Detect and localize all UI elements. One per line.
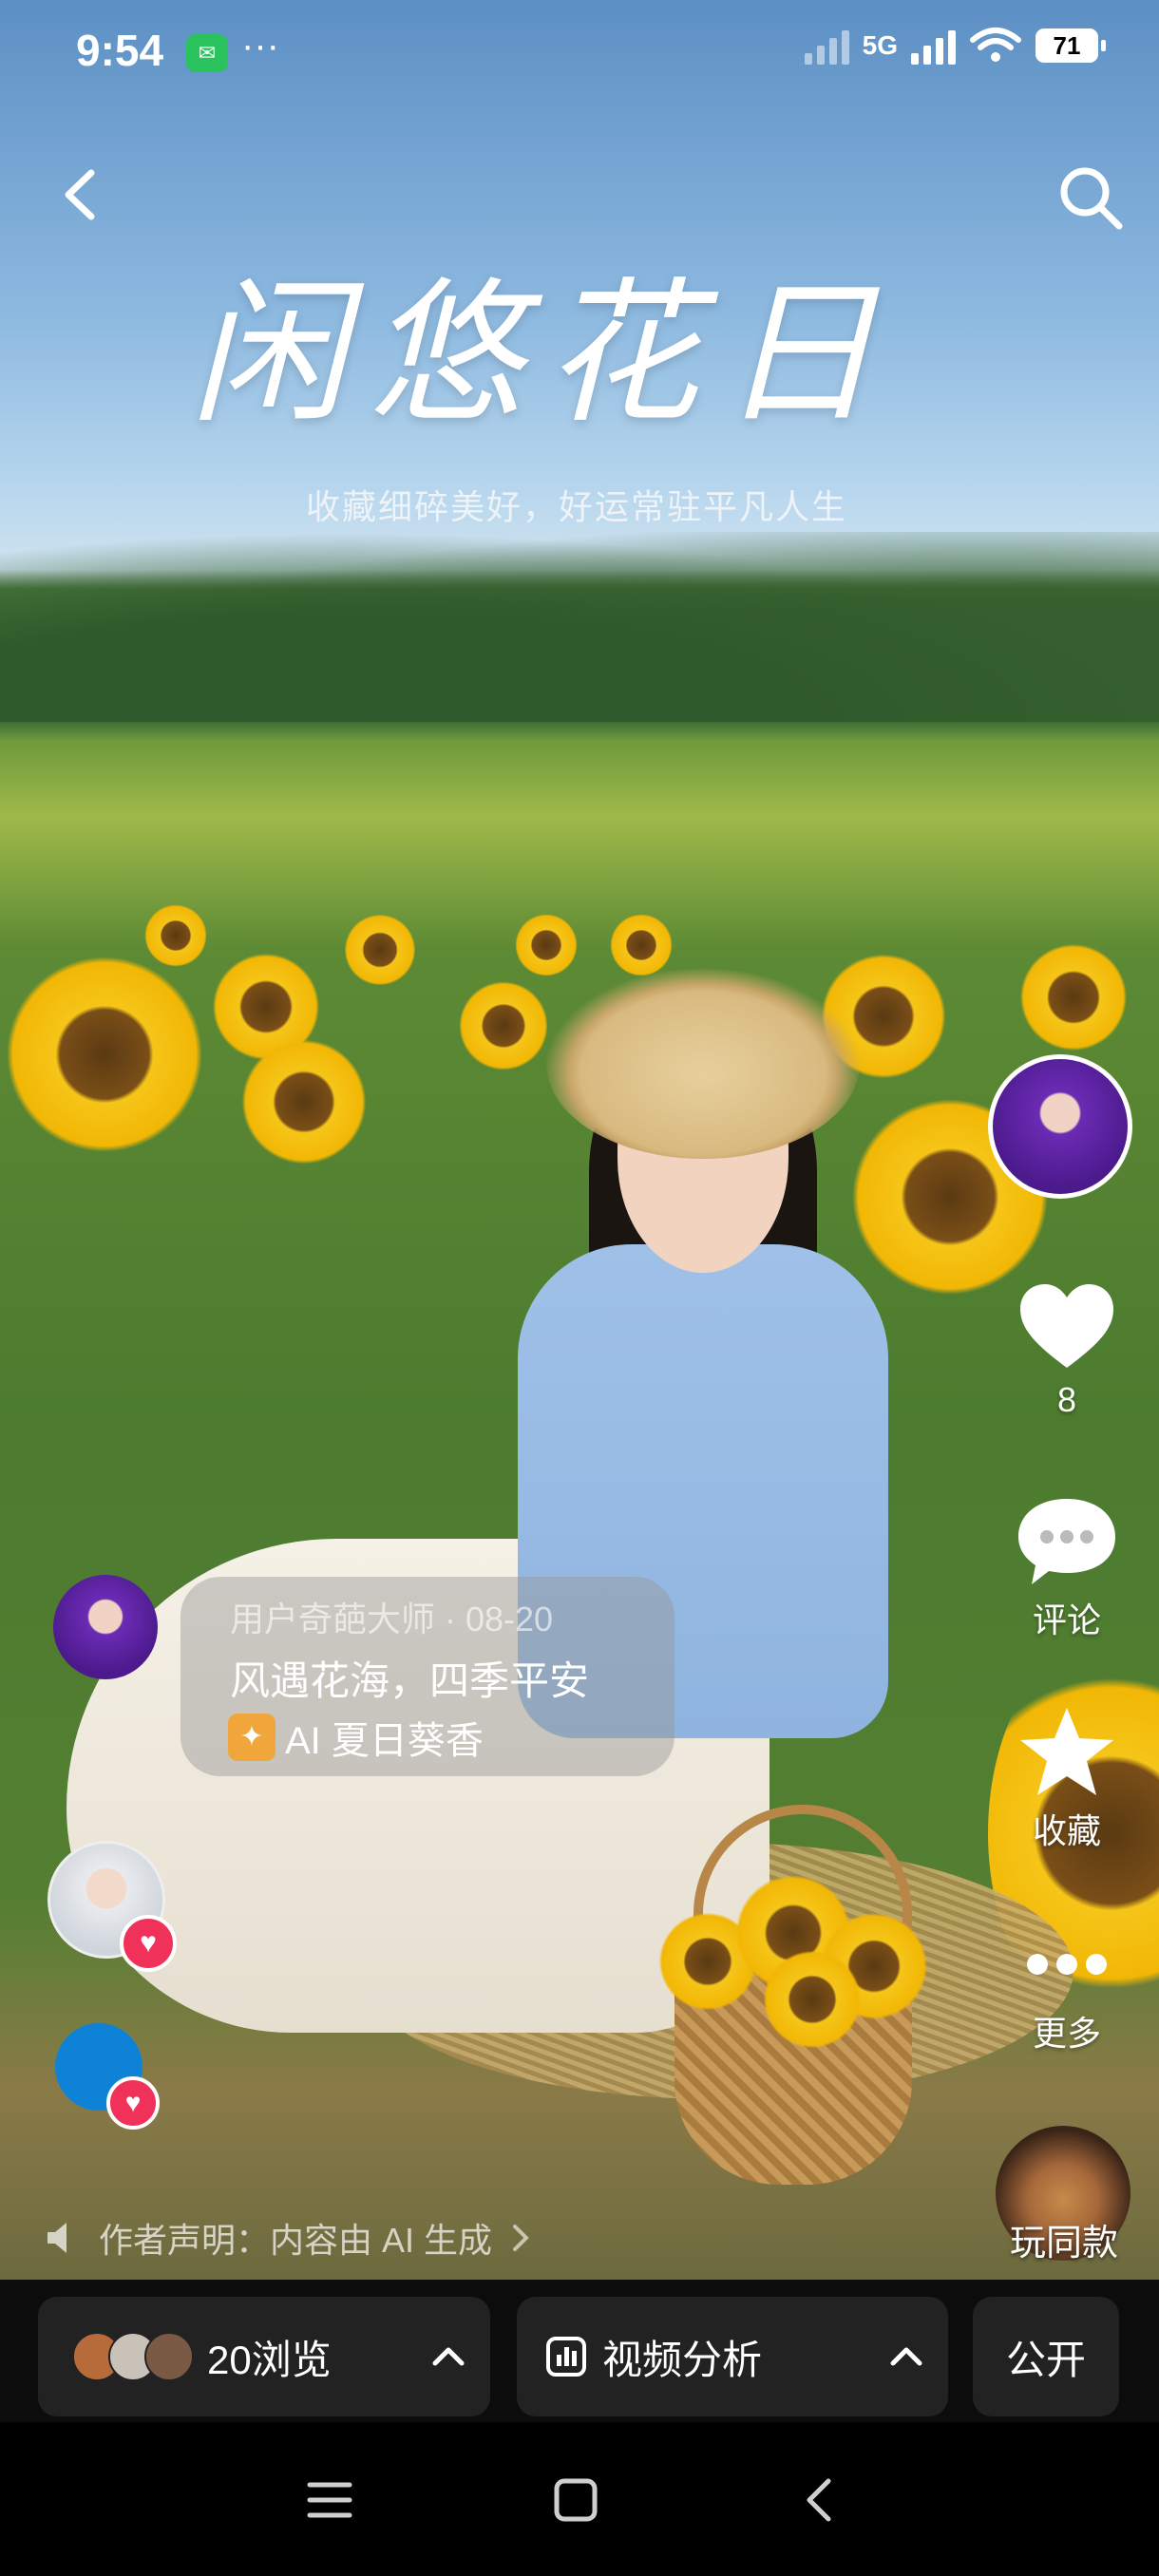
sparkle-icon: ✦: [228, 1714, 276, 1761]
like-count: 8: [1056, 1380, 1077, 1419]
sunflower: [342, 912, 418, 988]
comment-icon: [1018, 1499, 1115, 1584]
chevron-right-icon: [513, 2225, 529, 2251]
back-button[interactable]: [49, 161, 116, 228]
more-notifications: ···: [241, 25, 279, 66]
status-bar: 9:54 ✉ ··· 5G 71: [0, 0, 1159, 104]
author-avatar[interactable]: [988, 1054, 1132, 1199]
more-dots-icon: [1027, 1954, 1107, 1975]
effect-tag-label: AI 夏日葵香: [285, 1720, 484, 1762]
search-icon: [1060, 167, 1123, 230]
play-same-label[interactable]: 玩同款: [978, 2213, 1150, 2265]
favorite-button[interactable]: 收藏: [1005, 1704, 1129, 1853]
sunflower: [456, 978, 551, 1073]
background-hills: [0, 532, 1159, 722]
network-type: 5G: [862, 30, 898, 60]
sunflower: [238, 1035, 370, 1168]
ai-declaration[interactable]: 作者声明：内容由 AI 生成: [44, 2213, 532, 2263]
speaker-icon: [48, 2223, 66, 2253]
flower-basket: [656, 1805, 931, 2185]
caption-text: 风遇花海，四季平安: [230, 1658, 590, 1703]
views-count: 20浏览: [207, 2337, 332, 2382]
visibility-label: 公开: [1005, 2337, 1086, 2382]
heart-icon: [1020, 1284, 1113, 1368]
caption-author-avatar[interactable]: [53, 1575, 158, 1679]
sunflower: [1016, 940, 1130, 1054]
video-analysis-button[interactable]: 视频分析: [517, 2297, 948, 2416]
caption-meta: 用户奇葩大师 · 08-20: [230, 1600, 554, 1638]
search-button[interactable]: [1054, 161, 1123, 230]
visibility-button[interactable]: 公开: [973, 2297, 1119, 2416]
viewer-avatars: [72, 2332, 194, 2381]
chevron-up-icon: [432, 2347, 465, 2366]
system-indicators: 5G 71: [804, 27, 1106, 65]
sunflower: [513, 912, 580, 978]
comment-label: 评论: [1032, 1601, 1101, 1639]
signal-sim2-icon: [911, 27, 956, 65]
wechat-icon: ✉: [186, 34, 228, 72]
straw-hat: [546, 969, 860, 1159]
back-nav-icon[interactable]: [802, 2475, 836, 2525]
sunflower: [0, 950, 209, 1159]
views-button[interactable]: 20浏览: [38, 2297, 490, 2416]
poster-title: 闲悠花日: [190, 263, 898, 445]
home-icon[interactable]: [553, 2477, 598, 2523]
chevron-up-icon: [890, 2347, 922, 2366]
menu-icon[interactable]: [306, 2479, 353, 2521]
like-button[interactable]: 8: [1005, 1280, 1129, 1420]
ai-declaration-text: 作者声明：内容由 AI 生成: [99, 2221, 493, 2260]
clock: 9:54: [76, 26, 164, 75]
heart-badge-icon: ♥: [120, 1915, 177, 1972]
system-nav-bar: [0, 2422, 1159, 2576]
poster-subtitle: 收藏细碎美好，好运常驻平凡人生: [306, 487, 848, 526]
more-button[interactable]: 更多: [1005, 1938, 1129, 2055]
video-analysis-label: 视频分析: [602, 2337, 763, 2382]
comment-button[interactable]: 评论: [1005, 1493, 1129, 1642]
heart-badge-icon: ♥: [106, 2076, 160, 2130]
chevron-left-icon: [65, 169, 95, 220]
more-label: 更多: [1032, 2014, 1101, 2053]
sunflower: [142, 902, 209, 969]
effect-tag[interactable]: ✦ AI 夏日葵香: [228, 1710, 484, 1765]
favorite-label: 收藏: [1032, 1811, 1101, 1850]
signal-sim1-icon: [804, 27, 849, 65]
analytics-icon: [546, 2337, 586, 2377]
wifi-icon: [970, 28, 1021, 62]
battery-icon: 71: [1036, 28, 1106, 63]
star-icon: [1020, 1708, 1113, 1795]
sunflower: [608, 912, 674, 978]
viewer-avatar: [144, 2332, 194, 2381]
